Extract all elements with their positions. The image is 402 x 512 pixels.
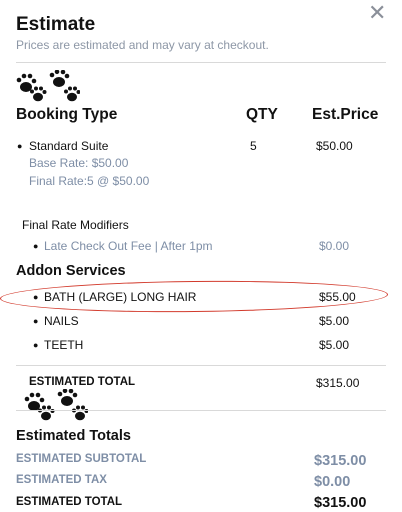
subtotal-label: ESTIMATED SUBTOTAL [16, 453, 147, 465]
total-label: ESTIMATED TOTAL [16, 496, 123, 508]
base-rate: Base Rate: $50.00 [29, 156, 129, 170]
header-divider [16, 62, 386, 63]
close-icon[interactable]: ✕ [368, 2, 386, 24]
booking-item-price: $50.00 [316, 139, 353, 153]
booking-item-name: Standard Suite [29, 139, 109, 153]
booking-item-qty: 5 [250, 139, 257, 153]
bullet-icon: ● [33, 340, 39, 350]
bullet-icon: ● [33, 241, 39, 251]
modifiers-title: Final Rate Modifiers [22, 218, 129, 232]
subtotal-value: $315.00 [314, 453, 367, 469]
modifier-label: Late Check Out Fee | After 1pm [44, 239, 213, 253]
estimated-total-label: ESTIMATED TOTAL [29, 376, 136, 388]
bullet-icon: ● [17, 141, 23, 151]
estimated-total-value: $315.00 [316, 376, 360, 390]
est-price-header: Est.Price [312, 106, 379, 123]
total-divider [16, 365, 386, 366]
bullet-icon: ● [33, 316, 39, 326]
addon-services-title: Addon Services [16, 263, 126, 279]
tax-value: $0.00 [314, 474, 351, 490]
addon-item-name: NAILS [44, 314, 79, 328]
totals-divider [16, 410, 386, 411]
booking-type-header: Booking Type [16, 106, 118, 123]
dialog-title: Estimate [16, 14, 96, 35]
addon-item-name: BATH (LARGE) LONG HAIR [44, 290, 197, 304]
addon-item-price: $5.00 [319, 338, 350, 352]
addon-item-price: $55.00 [319, 290, 356, 304]
estimated-totals-title: Estimated Totals [16, 428, 131, 444]
paw-prints-icon [22, 389, 88, 423]
paw-prints-icon [14, 70, 80, 104]
tax-label: ESTIMATED TAX [16, 474, 107, 486]
modifier-price: $0.00 [319, 239, 350, 253]
dialog-subtitle: Prices are estimated and may vary at che… [16, 38, 269, 52]
total-value: $315.00 [314, 495, 367, 511]
bullet-icon: ● [33, 292, 39, 302]
addon-item-name: TEETH [44, 338, 84, 352]
addon-item-price: $5.00 [319, 314, 350, 328]
final-rate: Final Rate:5 @ $50.00 [29, 174, 150, 188]
qty-header: QTY [246, 106, 278, 123]
